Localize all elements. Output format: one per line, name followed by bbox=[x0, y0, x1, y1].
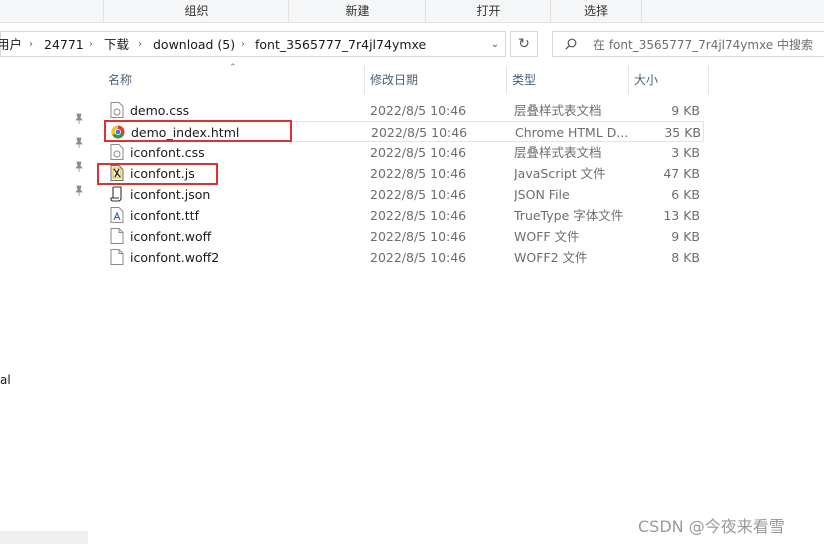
file-name: iconfont.woff bbox=[130, 229, 212, 244]
breadcrumb-separator-icon[interactable]: › bbox=[89, 32, 93, 58]
navigation-pane: al bbox=[0, 62, 90, 544]
file-type: JSON File bbox=[514, 187, 570, 202]
blank-file-icon bbox=[110, 249, 124, 265]
file-size: 9 KB bbox=[671, 229, 700, 244]
file-row[interactable]: iconfont.woff2 2022/8/5 10:46 WOFF2 文件 8… bbox=[104, 247, 704, 268]
json-file-icon bbox=[110, 186, 122, 202]
address-row: 用户 › 24771 › 下载 › download (5) › font_35… bbox=[0, 28, 824, 62]
file-date: 2022/8/5 10:46 bbox=[370, 103, 467, 118]
annotation-box-iconfont-js bbox=[97, 163, 218, 185]
file-row[interactable]: demo.css 2022/8/5 10:46 层叠样式表文档 9 KB bbox=[104, 100, 704, 121]
column-header-size[interactable]: 大小 bbox=[628, 66, 708, 94]
file-type: JavaScript 文件 bbox=[514, 166, 606, 181]
address-bar[interactable]: 用户 › 24771 › 下载 › download (5) › font_35… bbox=[0, 31, 506, 57]
file-name: demo.css bbox=[130, 103, 190, 118]
ribbon-group-new[interactable]: 新建 bbox=[288, 0, 426, 22]
breadcrumb-users[interactable]: 用户 bbox=[0, 32, 22, 58]
breadcrumb-current-folder[interactable]: font_3565777_7r4jl74ymxe bbox=[255, 32, 426, 58]
pin-icon[interactable] bbox=[73, 161, 85, 173]
search-icon bbox=[565, 38, 577, 50]
watermark: CSDN @今夜来看雪 bbox=[638, 517, 785, 536]
breadcrumb-download5[interactable]: download (5) bbox=[153, 32, 235, 58]
file-size: 35 KB bbox=[664, 125, 701, 140]
ribbon-group-bar: 组织 新建 打开 选择 bbox=[0, 0, 824, 23]
refresh-icon: ↻ bbox=[518, 36, 530, 52]
breadcrumb-separator-icon[interactable]: › bbox=[29, 32, 33, 58]
search-input[interactable]: 在 font_3565777_7r4jl74ymxe 中搜索 bbox=[552, 31, 824, 57]
file-type: WOFF2 文件 bbox=[514, 250, 588, 265]
column-header-name[interactable]: 名称 bbox=[102, 66, 364, 94]
file-date: 2022/8/5 10:46 bbox=[370, 145, 467, 160]
file-size: 3 KB bbox=[671, 145, 700, 160]
column-header-type[interactable]: 类型 bbox=[506, 66, 628, 94]
ribbon-group-select[interactable]: 选择 bbox=[550, 0, 642, 22]
pin-icon[interactable] bbox=[73, 137, 85, 149]
breadcrumb-separator-icon[interactable]: › bbox=[241, 32, 245, 58]
ribbon-group-organize[interactable]: 组织 bbox=[103, 0, 289, 22]
file-name: iconfont.css bbox=[130, 145, 205, 160]
address-history-dropdown-icon[interactable]: ⌄ bbox=[484, 32, 506, 58]
refresh-button[interactable]: ↻ bbox=[510, 31, 538, 57]
file-row[interactable]: iconfont.woff 2022/8/5 10:46 WOFF 文件 9 K… bbox=[104, 226, 704, 247]
file-type: TrueType 字体文件 bbox=[514, 208, 624, 223]
annotation-box-demo-index bbox=[104, 120, 292, 142]
search-placeholder: 在 font_3565777_7r4jl74ymxe 中搜索 bbox=[593, 38, 813, 52]
pin-icon[interactable] bbox=[73, 185, 85, 197]
file-date: 2022/8/5 10:46 bbox=[371, 125, 468, 140]
file-size: 8 KB bbox=[671, 250, 700, 265]
breadcrumb-separator-icon[interactable]: › bbox=[138, 32, 142, 58]
file-row[interactable]: iconfont.css 2022/8/5 10:46 层叠样式表文档 3 KB bbox=[104, 142, 704, 163]
file-name: iconfont.woff2 bbox=[130, 250, 220, 265]
file-size: 13 KB bbox=[663, 208, 700, 223]
file-date: 2022/8/5 10:46 bbox=[370, 208, 467, 223]
css-file-icon bbox=[110, 144, 124, 160]
nav-horizontal-scrollbar[interactable] bbox=[0, 531, 88, 544]
blank-file-icon bbox=[110, 228, 124, 244]
breadcrumb-user[interactable]: 24771 bbox=[44, 32, 84, 58]
file-type: WOFF 文件 bbox=[514, 229, 580, 244]
file-date: 2022/8/5 10:46 bbox=[370, 250, 467, 265]
file-size: 6 KB bbox=[671, 187, 700, 202]
file-row[interactable]: iconfont.json 2022/8/5 10:46 JSON File 6… bbox=[104, 184, 704, 205]
column-header-date[interactable]: 修改日期 bbox=[364, 66, 506, 94]
file-type: 层叠样式表文档 bbox=[514, 145, 602, 160]
file-row[interactable]: iconfont.ttf 2022/8/5 10:46 TrueType 字体文… bbox=[104, 205, 704, 226]
nav-item-partial[interactable]: al bbox=[0, 373, 11, 387]
file-name: iconfont.ttf bbox=[130, 208, 199, 223]
file-type: 层叠样式表文档 bbox=[514, 103, 602, 118]
css-file-icon bbox=[110, 102, 124, 118]
file-name: iconfont.json bbox=[130, 187, 211, 202]
file-type: Chrome HTML D... bbox=[515, 125, 629, 140]
file-date: 2022/8/5 10:46 bbox=[370, 187, 467, 202]
file-date: 2022/8/5 10:46 bbox=[370, 229, 467, 244]
file-date: 2022/8/5 10:46 bbox=[370, 166, 467, 181]
pin-icon[interactable] bbox=[73, 113, 85, 125]
file-size: 9 KB bbox=[671, 103, 700, 118]
font-file-icon bbox=[110, 207, 124, 223]
column-divider[interactable] bbox=[708, 66, 709, 94]
file-size: 47 KB bbox=[663, 166, 700, 181]
ribbon-group-open[interactable]: 打开 bbox=[425, 0, 551, 22]
breadcrumb-downloads[interactable]: 下载 bbox=[104, 32, 129, 58]
